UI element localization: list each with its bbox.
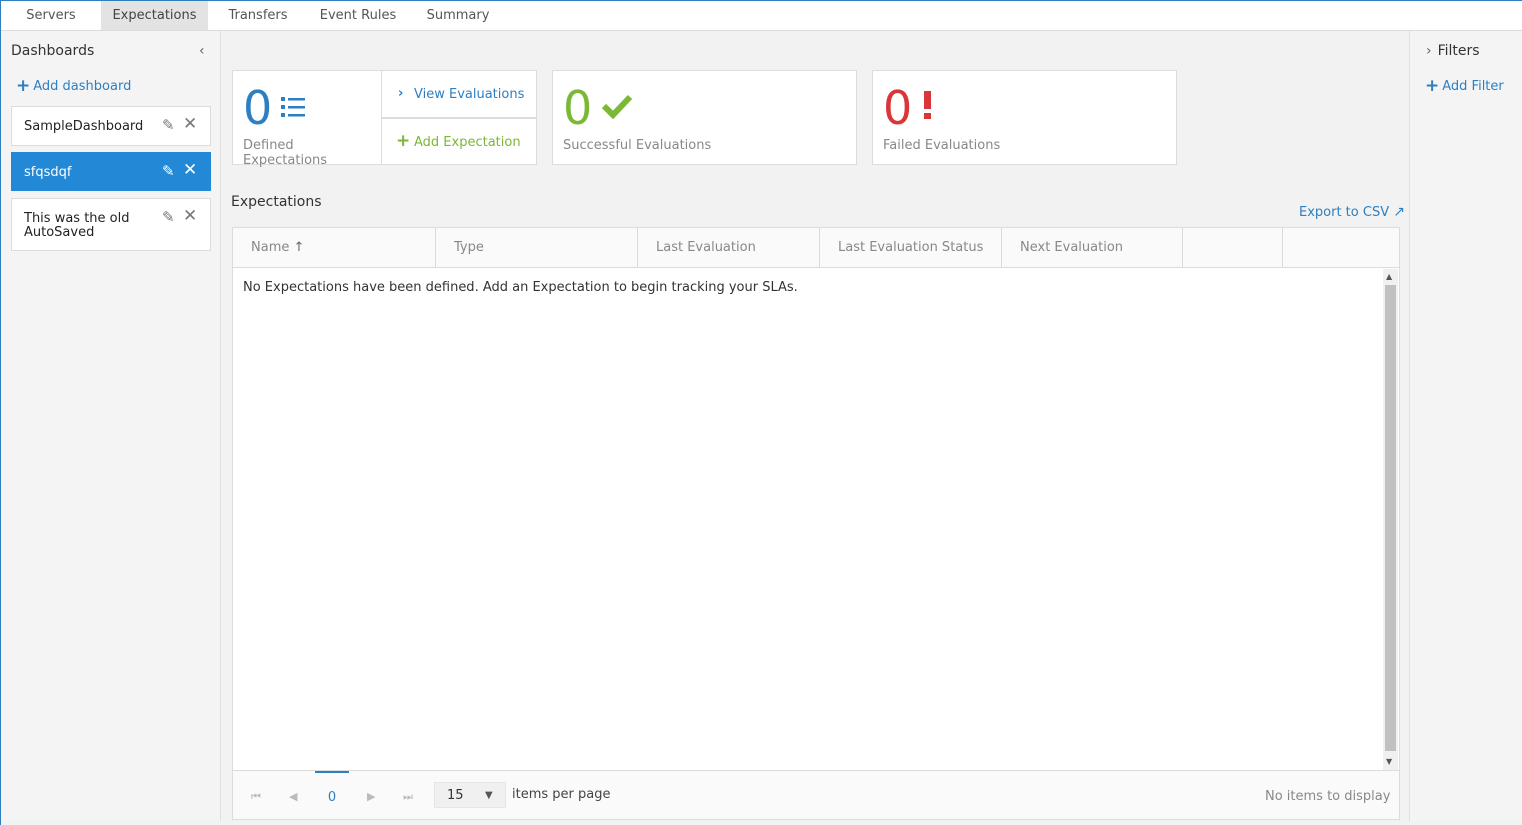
external-arrow-icon: ↗ bbox=[1393, 204, 1405, 220]
tab-transfers[interactable]: Transfers bbox=[208, 1, 308, 30]
previous-page-icon[interactable]: ◀ bbox=[289, 790, 297, 803]
export-csv-link[interactable]: Export to CSV ↗ bbox=[1299, 204, 1405, 220]
items-per-page-label: items per page bbox=[512, 787, 611, 802]
pencil-icon[interactable]: ✎ bbox=[162, 208, 175, 226]
column-header-type[interactable]: Type bbox=[436, 228, 638, 268]
column-header-actions bbox=[1183, 228, 1283, 268]
vertical-scrollbar[interactable]: ▲ ▼ bbox=[1383, 269, 1398, 770]
scroll-down-icon[interactable]: ▼ bbox=[1386, 757, 1392, 766]
sort-asc-icon: ↑ bbox=[293, 240, 305, 255]
defined-expectations-label: Defined Expectations bbox=[243, 138, 328, 168]
tab-event-rules[interactable]: Event Rules bbox=[308, 1, 408, 30]
defined-expectations-card: 0 Defined Expectations bbox=[232, 70, 382, 168]
defined-expectations-count: 0 bbox=[243, 81, 273, 135]
tab-servers[interactable]: Servers bbox=[1, 1, 101, 30]
tab-summary[interactable]: Summary bbox=[408, 1, 508, 30]
dashboard-item-label-line2: AutoSaved bbox=[24, 225, 95, 240]
list-icon bbox=[281, 97, 305, 117]
page-size-select[interactable]: 15 ▼ bbox=[434, 782, 506, 808]
collapse-sidebar-icon[interactable]: ‹ bbox=[199, 43, 205, 59]
failed-evaluations-label: Failed Evaluations bbox=[883, 138, 1001, 153]
dashboard-item-sfqsdqf[interactable]: sfqsdqf ✎ ✕ bbox=[11, 152, 211, 191]
view-evaluations-button[interactable]: › View Evaluations bbox=[381, 70, 537, 118]
plus-icon: + bbox=[16, 76, 31, 96]
add-expectation-button[interactable]: + Add Expectation bbox=[381, 118, 537, 165]
next-page-icon[interactable]: ▶ bbox=[367, 790, 375, 803]
exclamation-icon bbox=[924, 91, 931, 119]
dashboard-item-old-autosaved[interactable]: This was the old AutoSaved ✎ ✕ bbox=[11, 198, 211, 251]
filters-title[interactable]: › Filters bbox=[1426, 43, 1480, 59]
close-icon[interactable]: ✕ bbox=[183, 114, 197, 134]
pager-info: No items to display bbox=[1265, 789, 1391, 804]
successful-evaluations-label: Successful Evaluations bbox=[563, 138, 712, 153]
expectations-section-title: Expectations bbox=[231, 194, 322, 210]
successful-evaluations-card: 0 Successful Evaluations bbox=[552, 70, 857, 165]
chevron-right-icon: › bbox=[398, 86, 404, 101]
column-header-name[interactable]: Name ↑ bbox=[233, 228, 436, 268]
pencil-icon[interactable]: ✎ bbox=[162, 162, 175, 180]
grid-pager: ⏮ ◀ 0 ▶ ⏭ 15 ▼ items per page No items t… bbox=[233, 770, 1399, 819]
plus-icon: + bbox=[1425, 76, 1440, 96]
scrollbar-thumb[interactable] bbox=[1385, 285, 1396, 751]
column-header-next-evaluation[interactable]: Next Evaluation bbox=[1002, 228, 1183, 268]
dashboards-sidebar: Dashboards ‹ + Add dashboard SampleDashbo… bbox=[1, 31, 221, 821]
checkmark-icon bbox=[601, 94, 633, 119]
empty-grid-message: No Expectations have been defined. Add a… bbox=[243, 280, 798, 295]
sidebar-title: Dashboards bbox=[11, 43, 95, 59]
chevron-right-icon: › bbox=[1426, 43, 1432, 59]
top-tab-bar: Servers Expectations Transfers Event Rul… bbox=[1, 1, 1522, 31]
tab-expectations[interactable]: Expectations bbox=[101, 1, 208, 30]
first-page-icon[interactable]: ⏮ bbox=[251, 790, 261, 804]
dashboard-item-label-line1: This was the old bbox=[24, 211, 130, 226]
current-page-button[interactable]: 0 bbox=[315, 771, 349, 820]
column-header-last-evaluation[interactable]: Last Evaluation bbox=[638, 228, 820, 268]
add-filter-button[interactable]: + Add Filter bbox=[1425, 75, 1504, 96]
dashboard-item-label: sfqsdqf bbox=[24, 165, 72, 180]
failed-evaluations-card: 0 Failed Evaluations bbox=[872, 70, 1177, 165]
filters-panel: › Filters + Add Filter bbox=[1409, 31, 1522, 821]
scroll-up-icon[interactable]: ▲ bbox=[1386, 272, 1392, 281]
successful-evaluations-count: 0 bbox=[563, 81, 593, 135]
dashboard-item-sampledashboard[interactable]: SampleDashboard ✎ ✕ bbox=[11, 106, 211, 146]
failed-evaluations-count: 0 bbox=[883, 81, 913, 135]
close-icon[interactable]: ✕ bbox=[183, 160, 197, 180]
pencil-icon[interactable]: ✎ bbox=[162, 116, 175, 134]
close-icon[interactable]: ✕ bbox=[183, 206, 197, 226]
grid-header: Name ↑ Type Last Evaluation Last Evaluat… bbox=[233, 228, 1399, 268]
chevron-down-icon: ▼ bbox=[485, 790, 493, 801]
add-dashboard-button[interactable]: + Add dashboard bbox=[16, 75, 131, 96]
last-page-icon[interactable]: ⏭ bbox=[403, 790, 413, 804]
column-header-last-evaluation-status[interactable]: Last Evaluation Status bbox=[820, 228, 1002, 268]
expectations-grid: Name ↑ Type Last Evaluation Last Evaluat… bbox=[232, 227, 1400, 820]
dashboard-item-label: SampleDashboard bbox=[24, 119, 144, 134]
plus-icon: + bbox=[396, 131, 411, 151]
